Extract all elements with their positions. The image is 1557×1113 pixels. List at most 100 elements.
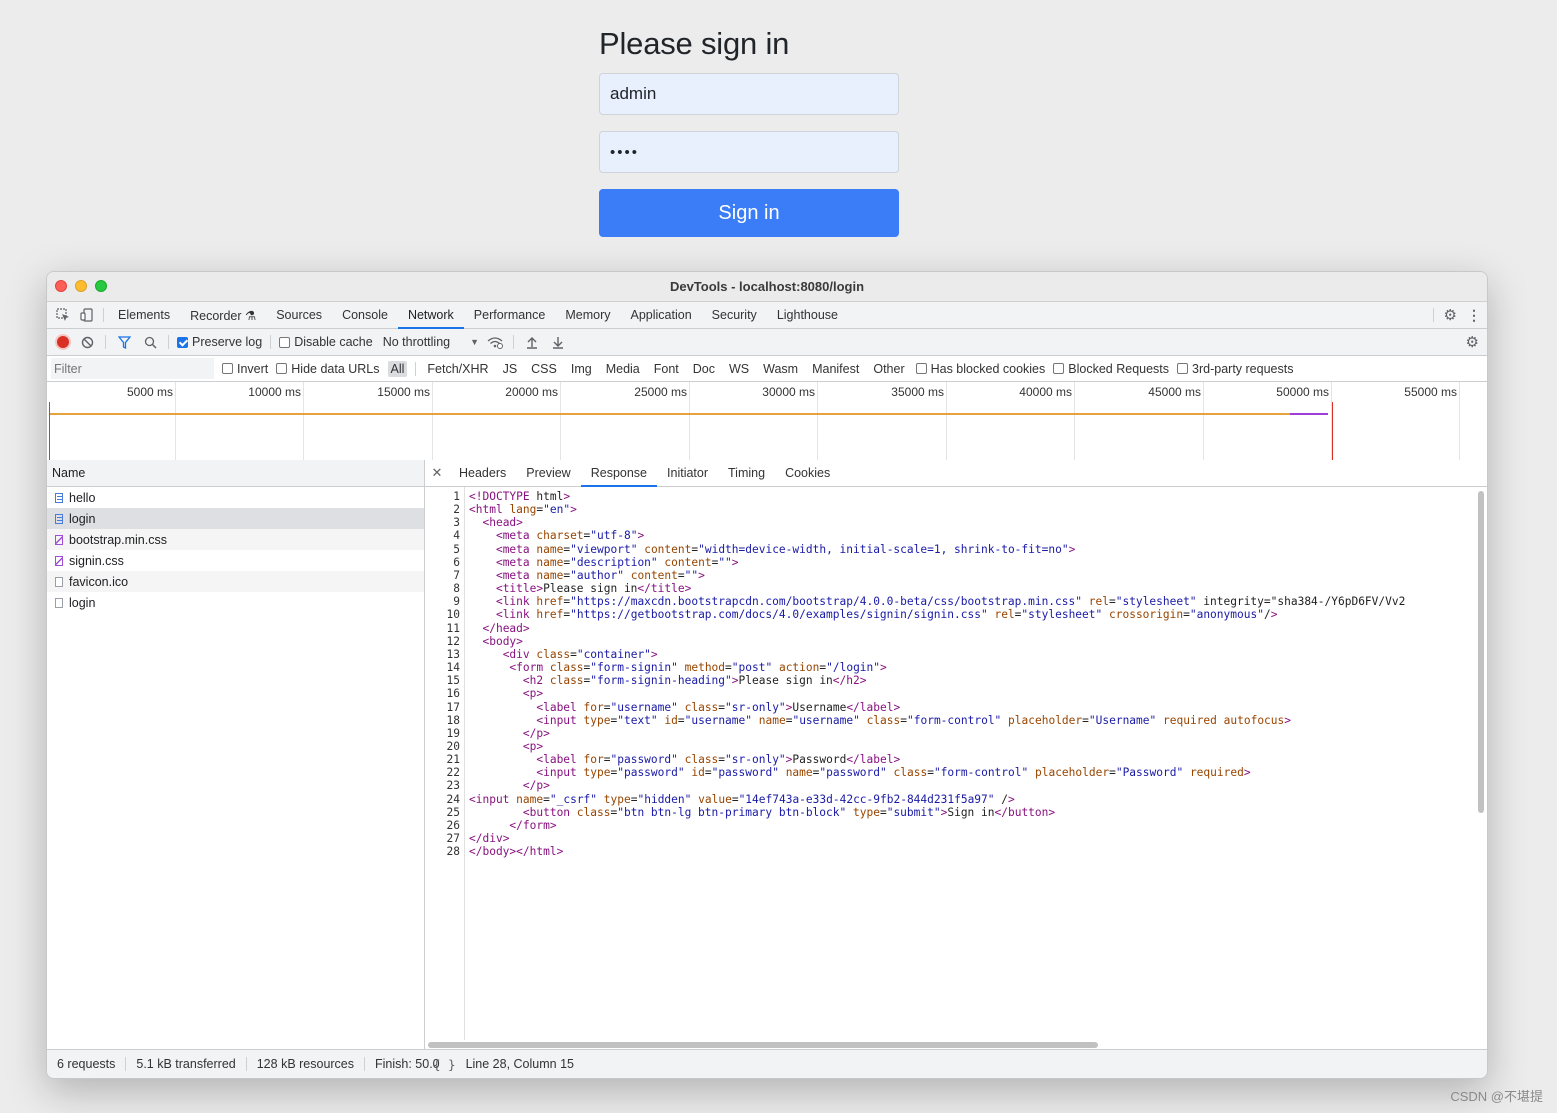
filter-type-js[interactable]: JS: [500, 361, 521, 377]
import-har-icon[interactable]: [522, 336, 542, 349]
line-number: 2: [453, 503, 460, 517]
password-input[interactable]: ••••: [599, 131, 899, 173]
line-number: 8: [453, 582, 460, 596]
filter-type-ws[interactable]: WS: [726, 361, 752, 377]
devtools-window: DevTools - localhost:8080/login Elements…: [46, 271, 1488, 1079]
close-window-button[interactable]: [55, 280, 67, 292]
filter-type-font[interactable]: Font: [651, 361, 682, 377]
disable-cache-checkbox[interactable]: Disable cache: [279, 335, 373, 349]
tab-network[interactable]: Network: [397, 302, 464, 329]
sign-in-button[interactable]: Sign in: [599, 189, 899, 237]
request-row[interactable]: hello: [47, 487, 424, 508]
code-line: <link href="https://maxcdn.bootstrapcdn.…: [495, 595, 1406, 609]
timeline-request-bar: [50, 413, 1290, 415]
timeline-label: 10000 ms: [248, 385, 301, 399]
network-conditions-icon[interactable]: [485, 336, 505, 349]
tab-memory[interactable]: Memory: [555, 302, 620, 328]
tab-elements[interactable]: Elements: [108, 302, 180, 328]
invert-checkbox[interactable]: Invert: [222, 362, 268, 376]
username-input[interactable]: admin: [599, 73, 899, 115]
filter-type-doc[interactable]: Doc: [690, 361, 718, 377]
tab-application[interactable]: Application: [621, 302, 702, 328]
filter-type-all[interactable]: All: [387, 360, 408, 377]
page-title: Please sign in: [599, 26, 790, 61]
tab-preview[interactable]: Preview: [516, 460, 580, 486]
request-row[interactable]: login: [47, 592, 424, 613]
tab-initiator[interactable]: Initiator: [657, 460, 718, 486]
line-number: 10: [446, 608, 460, 622]
third-party-requests-checkbox[interactable]: 3rd-party requests: [1177, 362, 1293, 376]
clear-icon[interactable]: [77, 336, 97, 349]
filter-type-fetch-xhr[interactable]: Fetch/XHR: [424, 361, 491, 377]
code-line: </form>: [509, 818, 557, 832]
more-options-icon[interactable]: ⋮: [1467, 307, 1481, 324]
tab-lighthouse[interactable]: Lighthouse: [767, 302, 848, 328]
line-number: 18: [446, 713, 460, 727]
tab-recorder[interactable]: Recorder ⚗: [180, 302, 266, 328]
search-icon[interactable]: [140, 336, 160, 349]
close-icon[interactable]: ✕: [425, 460, 449, 486]
response-code-viewer[interactable]: 1 2 3 4 5 6 7 8 9 10 11 12 13 14 15 16 17 18 19 20 21 22 23 24 2…: [425, 487, 1487, 1040]
blocked-requests-checkbox[interactable]: Blocked Requests: [1053, 362, 1169, 376]
has-blocked-cookies-checkbox[interactable]: Has blocked cookies: [915, 362, 1045, 376]
dropdown-arrow-icon: ▼: [470, 337, 480, 347]
filter-type-media[interactable]: Media: [603, 361, 643, 377]
minimize-window-button[interactable]: [75, 280, 87, 292]
file-icon: [55, 597, 63, 608]
filter-type-css[interactable]: CSS: [528, 361, 560, 377]
tab-console[interactable]: Console: [332, 302, 398, 328]
line-number: 19: [446, 726, 460, 740]
code-line: <body>: [482, 634, 523, 648]
inspect-element-icon[interactable]: [51, 302, 75, 328]
code-line: <link href="https://getbootstrap.com/doc…: [495, 608, 1278, 622]
request-row[interactable]: login: [47, 508, 424, 529]
network-settings-gear-icon[interactable]: ⚙: [1466, 333, 1479, 351]
code-line: <div class="container">: [502, 647, 658, 661]
hide-data-urls-checkbox[interactable]: Hide data URLs: [276, 362, 380, 376]
filter-type-manifest[interactable]: Manifest: [809, 361, 862, 377]
export-har-icon[interactable]: [548, 336, 568, 349]
load-event-marker: [1332, 402, 1333, 462]
transferred-size: 5.1 kB transferred: [126, 1057, 247, 1071]
response-source[interactable]: <!DOCTYPE html> <html lang="en"> <head> <…: [465, 487, 1487, 1040]
tab-timing[interactable]: Timing: [718, 460, 775, 486]
tab-headers[interactable]: Headers: [449, 460, 516, 486]
filter-funnel-icon[interactable]: [114, 335, 134, 349]
tab-security[interactable]: Security: [702, 302, 767, 328]
line-number: 14: [446, 661, 460, 675]
filter-type-img[interactable]: Img: [568, 361, 595, 377]
zoom-window-button[interactable]: [95, 280, 107, 292]
line-number: 7: [453, 568, 460, 582]
pretty-print-icon[interactable]: { }: [433, 1057, 456, 1072]
filter-input[interactable]: [51, 358, 214, 379]
panel-tabbar: Elements Recorder ⚗ Sources Console Netw…: [47, 302, 1487, 329]
code-line: </body></html>: [469, 845, 564, 859]
filter-type-other[interactable]: Other: [870, 361, 907, 377]
tab-performance[interactable]: Performance: [464, 302, 556, 328]
preserve-log-checkbox[interactable]: Preserve log: [177, 335, 262, 349]
tab-response[interactable]: Response: [580, 460, 658, 487]
throttling-select[interactable]: No throttling ▼: [383, 335, 479, 349]
line-number: 1: [453, 490, 460, 503]
filter-type-wasm[interactable]: Wasm: [760, 361, 801, 377]
name-column-header[interactable]: Name: [47, 460, 424, 487]
window-title: DevTools - localhost:8080/login: [669, 279, 865, 294]
record-icon[interactable]: [55, 334, 71, 350]
request-row[interactable]: favicon.ico: [47, 571, 424, 592]
code-line: <!DOCTYPE html>: [469, 490, 571, 503]
code-line: </p>: [522, 779, 550, 793]
stylesheet-icon: [55, 555, 63, 566]
status-bar: 6 requests 5.1 kB transferred 128 kB res…: [47, 1049, 1487, 1078]
line-number: 17: [446, 700, 460, 714]
tab-sources[interactable]: Sources: [266, 302, 332, 328]
request-row[interactable]: signin.css: [47, 550, 424, 571]
document-icon: [55, 513, 63, 524]
line-number: 25: [446, 805, 460, 819]
request-row[interactable]: bootstrap.min.css: [47, 529, 424, 550]
vertical-scrollbar[interactable]: [1478, 491, 1484, 813]
settings-gear-icon[interactable]: ⚙: [1444, 306, 1457, 324]
timeline-label: 20000 ms: [505, 385, 558, 399]
tab-cookies[interactable]: Cookies: [775, 460, 840, 486]
device-toolbar-icon[interactable]: [75, 302, 99, 328]
timeline-overview[interactable]: 5000 ms 10000 ms 15000 ms 20000 ms 25000…: [47, 382, 1487, 463]
